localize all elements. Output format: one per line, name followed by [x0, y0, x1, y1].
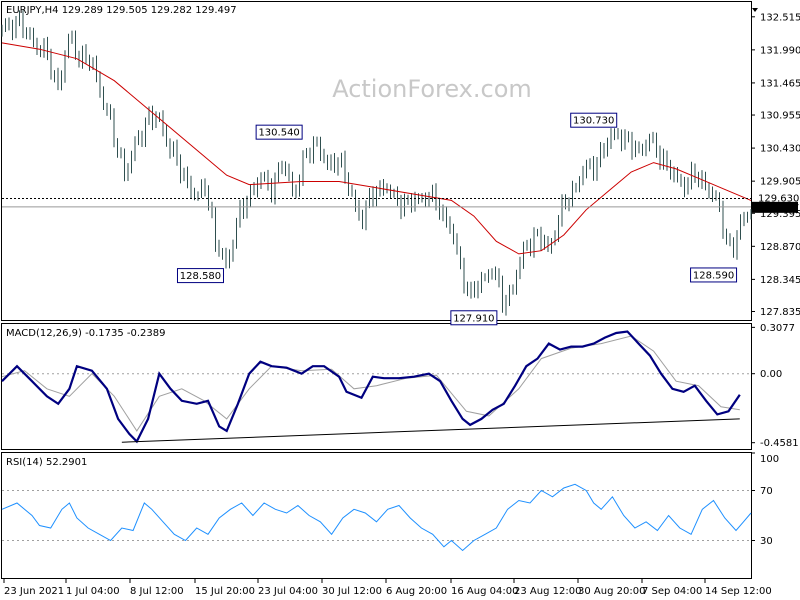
watermark: ActionForex.com	[332, 75, 532, 103]
x-tick-label: 1 Jul 04:00	[66, 586, 120, 597]
price-header: EURJPY,H4 129.289 129.505 129.282 129.49…	[6, 5, 237, 16]
x-tick-label: 23 Aug 12:00	[514, 586, 581, 597]
x-tick-label: 30 Aug 20:00	[578, 586, 645, 597]
x-tick-label: 7 Sep 04:00	[642, 586, 702, 597]
annotation-label: 128.590	[693, 270, 734, 281]
rsi-tick-label: 30	[760, 536, 773, 547]
current-price-label: 129.497	[758, 203, 799, 214]
rsi-header: RSI(14) 52.2901	[6, 457, 87, 468]
price-tick-label: 128.345	[760, 275, 800, 286]
annotation-label: 130.540	[258, 128, 299, 139]
x-tick-label: 23 Jul 04:00	[258, 586, 318, 597]
x-tick-label: 14 Sep 12:00	[705, 586, 772, 597]
x-tick-label: 15 Jul 20:00	[195, 586, 255, 597]
price-tick-label: 129.905	[760, 177, 800, 188]
annotation-label: 128.580	[180, 271, 221, 282]
price-tick-label: 127.835	[760, 307, 800, 318]
price-tick-label: 130.955	[760, 111, 800, 122]
x-tick-label: 16 Aug 04:00	[451, 586, 518, 597]
rsi-tick-label: 100	[760, 454, 779, 465]
price-tick-label: 130.430	[760, 144, 800, 155]
annotation-label: 130.730	[573, 116, 614, 127]
price-tick-label: 132.515	[760, 12, 800, 23]
macd-tick-label: 0.00	[760, 369, 782, 380]
x-tick-label: 8 Jul 12:00	[130, 586, 184, 597]
price-tick-label: 128.870	[760, 242, 800, 253]
eurjpy-chart: EURJPY,H4 129.289 129.505 129.282 129.49…	[0, 0, 800, 600]
x-tick-label: 6 Aug 20:00	[386, 586, 447, 597]
annotation-label: 127.910	[453, 313, 494, 324]
macd-header: MACD(12,26,9) -0.1735 -0.2389	[6, 328, 166, 339]
x-tick-label: 30 Jul 12:00	[322, 586, 382, 597]
rsi-tick-label: 70	[760, 486, 773, 497]
macd-tick-label: -0.4581	[760, 438, 799, 449]
macd-tick-label: 0.3077	[760, 323, 795, 334]
x-tick-label: 23 Jun 2021	[4, 586, 64, 597]
price-tick-label: 131.465	[760, 78, 800, 89]
price-tick-label: 131.990	[760, 45, 800, 56]
